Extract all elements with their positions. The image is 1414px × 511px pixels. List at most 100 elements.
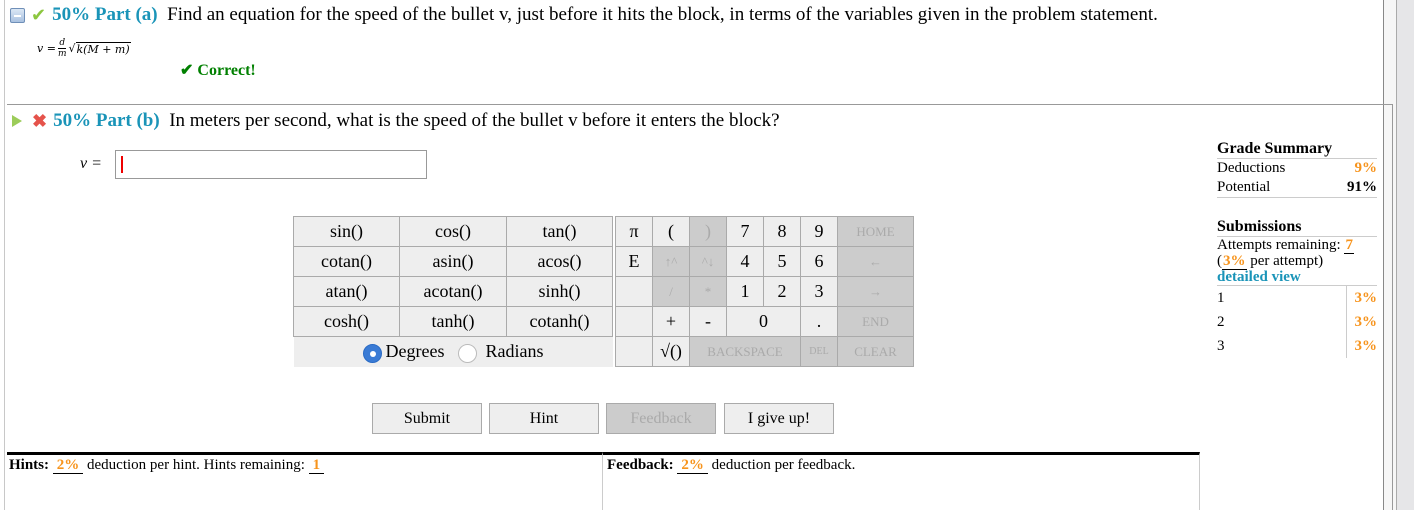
key-decimal[interactable]: .: [800, 306, 838, 337]
submit-button[interactable]: Submit: [372, 403, 482, 434]
submission-deduction: 3%: [1346, 334, 1377, 358]
key-atan[interactable]: atan(): [293, 276, 400, 307]
feedback-deduction-value: 2%: [677, 457, 708, 474]
key-8[interactable]: 8: [763, 216, 801, 247]
key-tanh[interactable]: tanh(): [399, 306, 507, 337]
potential-row: Potential 91%: [1217, 178, 1377, 198]
part-a-percent: 50%: [52, 4, 91, 25]
detailed-view-link[interactable]: detailed view: [1217, 269, 1377, 286]
key-1[interactable]: 1: [726, 276, 764, 307]
degrees-label[interactable]: Degrees: [386, 341, 445, 361]
per-attempt-value: 3%: [1222, 253, 1247, 270]
key-down-power[interactable]: ^↓: [689, 246, 727, 277]
key-up-power[interactable]: ↑^: [652, 246, 690, 277]
submission-number: 1: [1217, 290, 1225, 306]
sqrt-icon: √: [68, 42, 76, 55]
key-cosh[interactable]: cosh(): [293, 306, 400, 337]
key-empty: [615, 276, 653, 307]
part-a-label: Part (a): [94, 4, 158, 25]
key-asin[interactable]: asin(): [399, 246, 507, 277]
function-keypad: sin() cos() tan() cotan() asin() acos() …: [293, 216, 613, 367]
key-sin[interactable]: sin(): [293, 216, 400, 247]
deductions-label: Deductions: [1217, 160, 1286, 176]
part-a-answer-formula: v = d m √ k(M + m): [37, 38, 131, 59]
key-left-arrow[interactable]: ←: [837, 246, 914, 277]
hints-panel: Hints: 2% deduction per hint. Hints rema…: [7, 452, 602, 510]
potential-value: 91%: [1347, 179, 1377, 195]
per-attempt-row: (3% per attempt): [1217, 253, 1377, 270]
key-right-arrow[interactable]: →: [837, 276, 914, 307]
key-tan[interactable]: tan(): [506, 216, 613, 247]
key-left-paren[interactable]: (: [652, 216, 690, 247]
answer-input[interactable]: [115, 150, 427, 179]
part-b-percent: 50%: [53, 110, 92, 131]
angle-mode-row: Degrees Radians: [293, 336, 613, 367]
formula-lhs: v =: [37, 42, 56, 55]
key-cotanh[interactable]: cotanh(): [506, 306, 613, 337]
part-b-border: [1191, 104, 1393, 105]
key-clear[interactable]: CLEAR: [837, 336, 914, 367]
key-empty: [615, 336, 653, 367]
part-a-question: Find an equation for the speed of the bu…: [167, 4, 1158, 25]
attempts-value: 7: [1344, 237, 1354, 254]
key-2[interactable]: 2: [763, 276, 801, 307]
panel-edge: [1383, 0, 1397, 510]
key-9[interactable]: 9: [800, 216, 838, 247]
key-end[interactable]: END: [837, 306, 914, 337]
formula-denominator: m: [57, 49, 67, 59]
key-cotan[interactable]: cotan(): [293, 246, 400, 277]
submission-deduction: 3%: [1346, 310, 1377, 334]
submissions-panel: Submissions Attempts remaining: 7 (3% pe…: [1217, 218, 1377, 358]
part-b-header: ✖ 50% Part (b) In meters per second, wha…: [12, 110, 780, 132]
feedback-button[interactable]: Feedback: [606, 403, 716, 434]
key-minus[interactable]: -: [689, 306, 727, 337]
numeric-keypad: π ( ) 7 8 9 HOME E ↑^ ^↓ 4 5 6 ← / * 1 2…: [615, 216, 914, 367]
key-acos[interactable]: acos(): [506, 246, 613, 277]
key-5[interactable]: 5: [763, 246, 801, 277]
formula-numerator: d: [58, 38, 67, 49]
key-divide[interactable]: /: [652, 276, 690, 307]
key-acotan[interactable]: acotan(): [399, 276, 507, 307]
submission-number: 3: [1217, 338, 1225, 354]
checkmark-icon: ✔: [31, 4, 47, 25]
radians-radio[interactable]: [457, 343, 477, 363]
correct-status: ✔ Correct!: [180, 62, 256, 79]
attempts-row: Attempts remaining: 7: [1217, 237, 1377, 254]
key-3[interactable]: 3: [800, 276, 838, 307]
give-up-button[interactable]: I give up!: [724, 403, 834, 434]
hints-text: deduction per hint. Hints remaining:: [87, 457, 305, 473]
key-plus[interactable]: +: [652, 306, 690, 337]
feedback-label: Feedback:: [607, 457, 674, 473]
hint-button[interactable]: Hint: [489, 403, 599, 434]
key-right-paren[interactable]: ): [689, 216, 727, 247]
scrollbar[interactable]: [1396, 0, 1414, 510]
submission-row: 3 3%: [1217, 334, 1377, 358]
expand-arrow-icon[interactable]: [12, 115, 22, 127]
submissions-title: Submissions: [1217, 218, 1377, 237]
key-pi[interactable]: π: [615, 216, 653, 247]
collapse-icon[interactable]: [10, 7, 25, 23]
key-sinh[interactable]: sinh(): [506, 276, 613, 307]
feedback-panel: Feedback: 2% deduction per feedback.: [602, 452, 1200, 510]
key-backspace[interactable]: BACKSPACE: [689, 336, 801, 367]
key-home[interactable]: HOME: [837, 216, 914, 247]
formula-fraction: d m: [58, 38, 67, 59]
key-e[interactable]: E: [615, 246, 653, 277]
key-7[interactable]: 7: [726, 216, 764, 247]
key-0[interactable]: 0: [726, 306, 801, 337]
part-b-border: [1392, 104, 1393, 510]
key-6[interactable]: 6: [800, 246, 838, 277]
key-sqrt[interactable]: √(): [652, 336, 690, 367]
key-cos[interactable]: cos(): [399, 216, 507, 247]
part-b-question: In meters per second, what is the speed …: [169, 110, 780, 131]
deductions-value: 9%: [1354, 160, 1378, 176]
radians-label[interactable]: Radians: [485, 341, 543, 361]
key-empty: [615, 306, 653, 337]
degrees-radio[interactable]: [362, 343, 382, 363]
submission-number: 2: [1217, 314, 1225, 330]
part-a-header: ✔ 50% Part (a) Find an equation for the …: [10, 4, 1158, 26]
key-4[interactable]: 4: [726, 246, 764, 277]
grade-summary-title: Grade Summary: [1217, 140, 1377, 159]
key-multiply[interactable]: *: [689, 276, 727, 307]
key-del[interactable]: DEL: [800, 336, 838, 367]
